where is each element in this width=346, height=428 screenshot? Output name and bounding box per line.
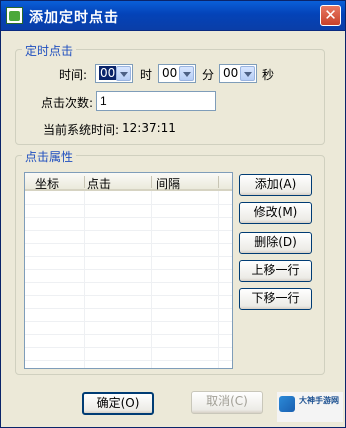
system-time-label: 当前系统时间:: [43, 123, 120, 137]
column-divider[interactable]: [218, 176, 219, 188]
timer-group-legend: 定时点击: [22, 42, 77, 59]
list-row: [25, 284, 232, 296]
hour-unit: 时: [140, 68, 153, 82]
list-row: [25, 336, 232, 348]
list-row: [25, 271, 232, 283]
window-title: 添加定时点击: [29, 10, 119, 26]
list-row: [25, 193, 232, 205]
minute-unit: 分: [202, 68, 215, 82]
close-icon: ✕: [324, 6, 337, 24]
minute-select[interactable]: 00: [158, 64, 196, 83]
list-row: [25, 310, 232, 322]
minute-value: 00: [162, 66, 178, 80]
chevron-down-icon[interactable]: [179, 66, 194, 81]
time-label: 时间:: [59, 68, 88, 82]
attr-group-legend: 点击属性: [22, 148, 77, 165]
list-row: [25, 258, 232, 270]
edit-button[interactable]: 修改(M): [239, 202, 312, 224]
ok-button[interactable]: 确定(O): [82, 392, 154, 415]
watermark: 大神手游网: [277, 392, 343, 422]
watermark-logo-icon: [279, 396, 295, 412]
hour-select[interactable]: 00: [95, 64, 133, 83]
click-count-input[interactable]: [96, 91, 216, 111]
delete-button[interactable]: 删除(D): [239, 232, 312, 254]
list-row: [25, 206, 232, 218]
list-row: [25, 245, 232, 257]
column-interval[interactable]: 间隔: [156, 175, 180, 192]
list-header: 坐标 点击 间隔: [25, 173, 232, 191]
column-click[interactable]: 点击: [87, 175, 111, 192]
click-list[interactable]: 坐标 点击 间隔: [24, 172, 233, 369]
move-down-button[interactable]: 下移一行: [239, 288, 312, 310]
close-button[interactable]: ✕: [320, 5, 341, 26]
hour-value: 00: [99, 66, 117, 80]
column-divider[interactable]: [84, 176, 85, 188]
add-button[interactable]: 添加(A): [239, 174, 312, 196]
chevron-down-icon[interactable]: [240, 66, 255, 81]
watermark-text: 大神手游网: [299, 396, 339, 405]
chevron-down-icon[interactable]: [116, 66, 131, 81]
list-row: [25, 219, 232, 231]
list-row: [25, 323, 232, 335]
column-divider[interactable]: [151, 176, 152, 188]
system-time-value: 12:37:11: [122, 121, 176, 135]
list-row: [25, 232, 232, 244]
cancel-button[interactable]: 取消(C): [191, 391, 263, 414]
title-bar[interactable]: 添加定时点击 ✕: [1, 1, 345, 31]
column-coordinate[interactable]: 坐标: [35, 175, 59, 192]
second-unit: 秒: [262, 68, 275, 82]
list-row: [25, 297, 232, 309]
second-value: 00: [223, 66, 239, 80]
app-icon: [6, 7, 23, 24]
click-count-label: 点击次数:: [41, 96, 94, 110]
second-select[interactable]: 00: [219, 64, 257, 83]
list-row: [25, 349, 232, 361]
move-up-button[interactable]: 上移一行: [239, 260, 312, 282]
dialog-window: 添加定时点击 ✕ 定时点击 时间: 00 时 00 分 00 秒 点击次数: 当…: [0, 0, 346, 428]
